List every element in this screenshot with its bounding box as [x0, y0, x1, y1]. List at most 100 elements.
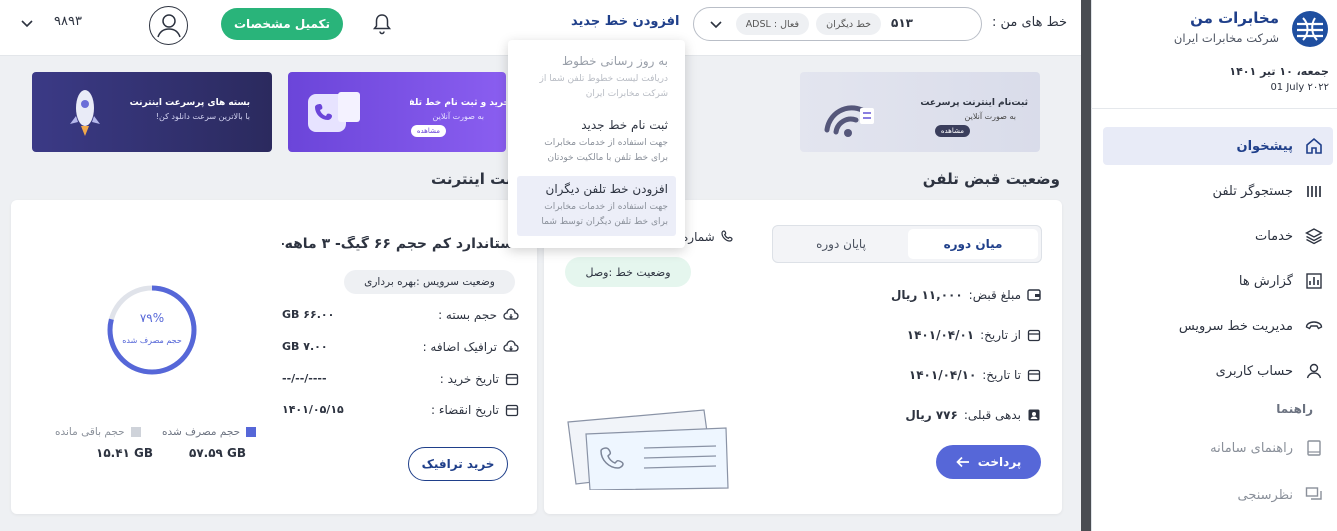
sidebar-item-survey[interactable]: نظرسنجی: [1103, 476, 1333, 514]
sidebar-item-account[interactable]: حساب کاربری: [1103, 352, 1333, 390]
add-line-button[interactable]: افزودن خط جدید: [571, 14, 680, 29]
used-volume-value: ۵۷.۵۹ GB: [189, 446, 247, 460]
sidebar-item-reports[interactable]: گزارش ها: [1103, 262, 1333, 300]
debt-label: بدهی قبلی:: [963, 408, 1021, 422]
id-card-icon: [1028, 409, 1040, 421]
legend-swatch-used: [246, 427, 257, 437]
line-select[interactable]: ۵۱۳ خط دیگران ADSL : فعال: [693, 7, 982, 41]
package-volume-label: حجم بسته :: [438, 308, 497, 322]
cloud-icon: [503, 308, 519, 320]
calendar-icon: [1027, 329, 1041, 342]
pay-button[interactable]: پرداخت: [936, 445, 1041, 479]
expiry-date-row: تاریخ انقضاء :: [431, 403, 519, 417]
service-status-badge: وضعیت سرویس :بهره برداری: [344, 270, 515, 294]
sidebar-item-dashboard[interactable]: پیشخوان: [1103, 127, 1333, 165]
from-label: از تاریخ:: [980, 328, 1021, 342]
phone-search-icon: [1303, 180, 1325, 202]
expiry-date-label: تاریخ انقضاء :: [431, 403, 499, 417]
legend-used-label: حجم مصرف شده: [162, 426, 241, 438]
sidebar-item-phone-search[interactable]: جستجوگر تلفن: [1103, 172, 1333, 210]
cloud-icon: [503, 340, 519, 352]
amount-value: ۱۱,۰۰۰ ریال: [890, 288, 963, 302]
banner-title: ثبت‌نام اینترنت پرسرعت: [920, 98, 1028, 108]
line-number: ۵۱۳: [891, 16, 913, 30]
expiry-date-value: ۱۴۰۱/۰۵/۱۵: [282, 403, 344, 416]
dropdown-item-desc: جهت استفاده از خدمات مخابرات برای خط تلف…: [544, 138, 668, 163]
tab-end-period[interactable]: پایان دوره: [776, 229, 906, 259]
survey-icon: [1303, 484, 1325, 506]
legend-remaining-label: حجم باقی مانده: [55, 426, 125, 438]
avatar[interactable]: [149, 6, 188, 45]
sidebar-item-label: پیشخوان: [1236, 138, 1294, 154]
receipt-icon: [338, 92, 360, 122]
debt-value: ۷۷۶ ریال: [905, 408, 958, 422]
bell-icon[interactable]: [372, 13, 392, 35]
legend-remaining: حجم باقی مانده: [55, 426, 141, 438]
banner-internet-signup[interactable]: ثبت‌نام اینترنت پرسرعت به صورت آنلاین مش…: [800, 72, 1040, 152]
phone-number-row: شماره: [682, 230, 735, 244]
extra-traffic-row: ترافیک اضافه :: [423, 340, 519, 354]
dropdown-item-register-line[interactable]: ثبت نام خط جدید جهت استفاده از خدمات مخا…: [517, 112, 676, 172]
pay-label: پرداخت: [977, 455, 1022, 469]
bill-debt-row: بدهی قبلی: ۷۷۶ ریال: [905, 408, 1041, 422]
banner-subtitle: به صورت آنلاین: [432, 112, 484, 121]
my-lines-label: خط های من :: [991, 15, 1067, 30]
dropdown-item-update-lines[interactable]: به روز رسانی خطوط دریافت لیست خطوط تلفن …: [517, 48, 676, 108]
sidebar-item-label: مدیریت خط سرویس: [1178, 318, 1293, 334]
bill-illustration: [567, 409, 729, 490]
sidebar-item-label: نظرسنجی: [1237, 487, 1294, 503]
home-icon: [1303, 135, 1325, 157]
calendar-icon: [1027, 369, 1041, 382]
sidebar-item-line-management[interactable]: مدیریت خط سرویس: [1103, 307, 1333, 345]
user-menu-chevron-icon[interactable]: [20, 16, 34, 30]
package-title: ستاندارد کم حجم ۶۶ گیگ- ۳ ماهه-: [282, 236, 514, 252]
dropdown-item-desc: جهت استفاده از خدمات مخابرات برای خط تلف…: [541, 202, 668, 227]
bill-amount-row: مبلغ قبض: ۱۱,۰۰۰ ریال: [891, 288, 1041, 302]
wifi-icon: [824, 105, 874, 137]
chevron-down-icon: [710, 21, 722, 29]
legend-swatch-remaining: [130, 427, 141, 437]
sidebar-item-label: گزارش ها: [1238, 273, 1293, 289]
sidebar-item-label: خدمات: [1254, 228, 1293, 244]
dropdown-item-desc: دریافت لیست خطوط تلفن شما از شرکت مخابرا…: [539, 74, 668, 99]
calendar-icon: [505, 404, 519, 417]
package-volume-row: حجم بسته :: [438, 308, 519, 322]
buy-traffic-button[interactable]: خرید ترافیک: [408, 447, 508, 481]
divider: [1091, 108, 1337, 109]
sidebar-item-services[interactable]: خدمات: [1103, 217, 1333, 255]
gauge-percent: ۷۹%: [139, 311, 165, 325]
tab-mid-period[interactable]: میان دوره: [908, 229, 1038, 259]
sidebar-item-label: جستجوگر تلفن: [1212, 183, 1293, 199]
banner-title: بسته های پرسرعت اینترنت: [129, 98, 250, 108]
banner-view-button[interactable]: مشاهده: [934, 125, 970, 137]
complete-profile-button[interactable]: تکمیل مشخصات: [221, 8, 343, 40]
tci-logo-icon: [1292, 11, 1328, 47]
remaining-volume-value: ۱۵.۴۱ GB: [96, 446, 154, 460]
purchase-date-label: تاریخ خرید :: [439, 372, 499, 386]
brand-subtitle: شرکت مخابرات ایران: [1173, 31, 1279, 45]
date-gregorian: 01 July ۲۰۲۲: [1270, 82, 1329, 93]
sidebar-item-system-guide[interactable]: راهنمای سامانه: [1103, 429, 1333, 467]
gauge-label: حجم مصرف شده: [122, 336, 182, 345]
dropdown-item-title: ثبت نام خط جدید: [581, 118, 668, 132]
purchase-date-row: تاریخ خرید :: [440, 372, 519, 386]
date-persian: جمعه، ۱۰ تیر ۱۴۰۱: [1229, 65, 1329, 78]
dropdown-item-title: افزودن خط تلفن دیگران: [545, 182, 669, 196]
banner-view-button[interactable]: مشاهده: [410, 125, 446, 137]
banner-subtitle: به صورت آنلاین: [964, 112, 1016, 121]
user-icon: [1303, 360, 1325, 382]
dropdown-item-add-others-line[interactable]: افزودن خط تلفن دیگران جهت استفاده از خدم…: [517, 176, 676, 236]
calendar-icon: [505, 373, 519, 386]
scrollbar[interactable]: [1081, 0, 1091, 531]
extra-traffic-label: ترافیک اضافه :: [422, 340, 497, 354]
sidebar-item-label: راهنمای سامانه: [1210, 440, 1293, 456]
to-label: تا تاریخ:: [982, 368, 1021, 382]
to-value: ۱۴۰۱/۰۴/۱۰: [908, 368, 977, 382]
banner-internet-packages[interactable]: بسته های پرسرعت اینترنت با بالاترین سرعت…: [32, 72, 272, 152]
legend-used: حجم مصرف شده: [162, 426, 257, 438]
book-icon: [1303, 437, 1325, 459]
sidebar-item-label: حساب کاربری: [1215, 363, 1293, 379]
banner-phone-line[interactable]: خرید و ثبت نام خط تلفن به صورت آنلاین مش…: [288, 72, 506, 152]
brand-title: مخابرات من: [1190, 9, 1279, 27]
banner-subtitle: با بالاترین سرعت دانلود کن!: [155, 112, 250, 121]
